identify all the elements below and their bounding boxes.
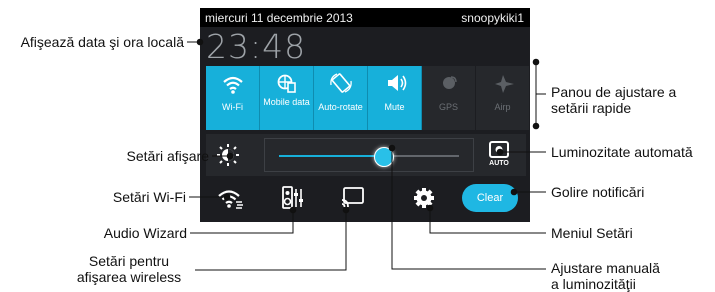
callout-wireless-display-line2: afişarea wireless — [76, 269, 182, 285]
callout-quick-panel: Panou de ajustare a setării rapide — [551, 84, 676, 116]
callout-quick-panel-line2: setării rapide — [551, 100, 632, 116]
callout-display-settings: Setări afişare — [126, 148, 209, 164]
callout-clear-notifications: Golire notificări — [551, 184, 645, 200]
callout-settings-menu: Meniul Setări — [551, 225, 633, 241]
callout-wireless-display-line1: Setări pentru — [88, 253, 170, 269]
callout-wifi-settings: Setări Wi-Fi — [112, 189, 186, 205]
callout-date-time: Afişează data şi ora locală — [20, 34, 184, 50]
callout-audio-wizard: Audio Wizard — [103, 225, 187, 241]
callout-manual-brightness-line2: a luminozităţii — [551, 276, 636, 292]
callout-quick-panel-line1: Panou de ajustare a — [551, 84, 677, 100]
callout-manual-brightness-line1: Ajustare manuală — [551, 260, 660, 276]
callout-wireless-display: Setări pentru afişarea wireless — [66, 253, 192, 285]
callout-manual-brightness: Ajustare manuală a luminozităţii — [551, 260, 660, 292]
callout-auto-brightness: Luminozitate automată — [551, 144, 693, 160]
